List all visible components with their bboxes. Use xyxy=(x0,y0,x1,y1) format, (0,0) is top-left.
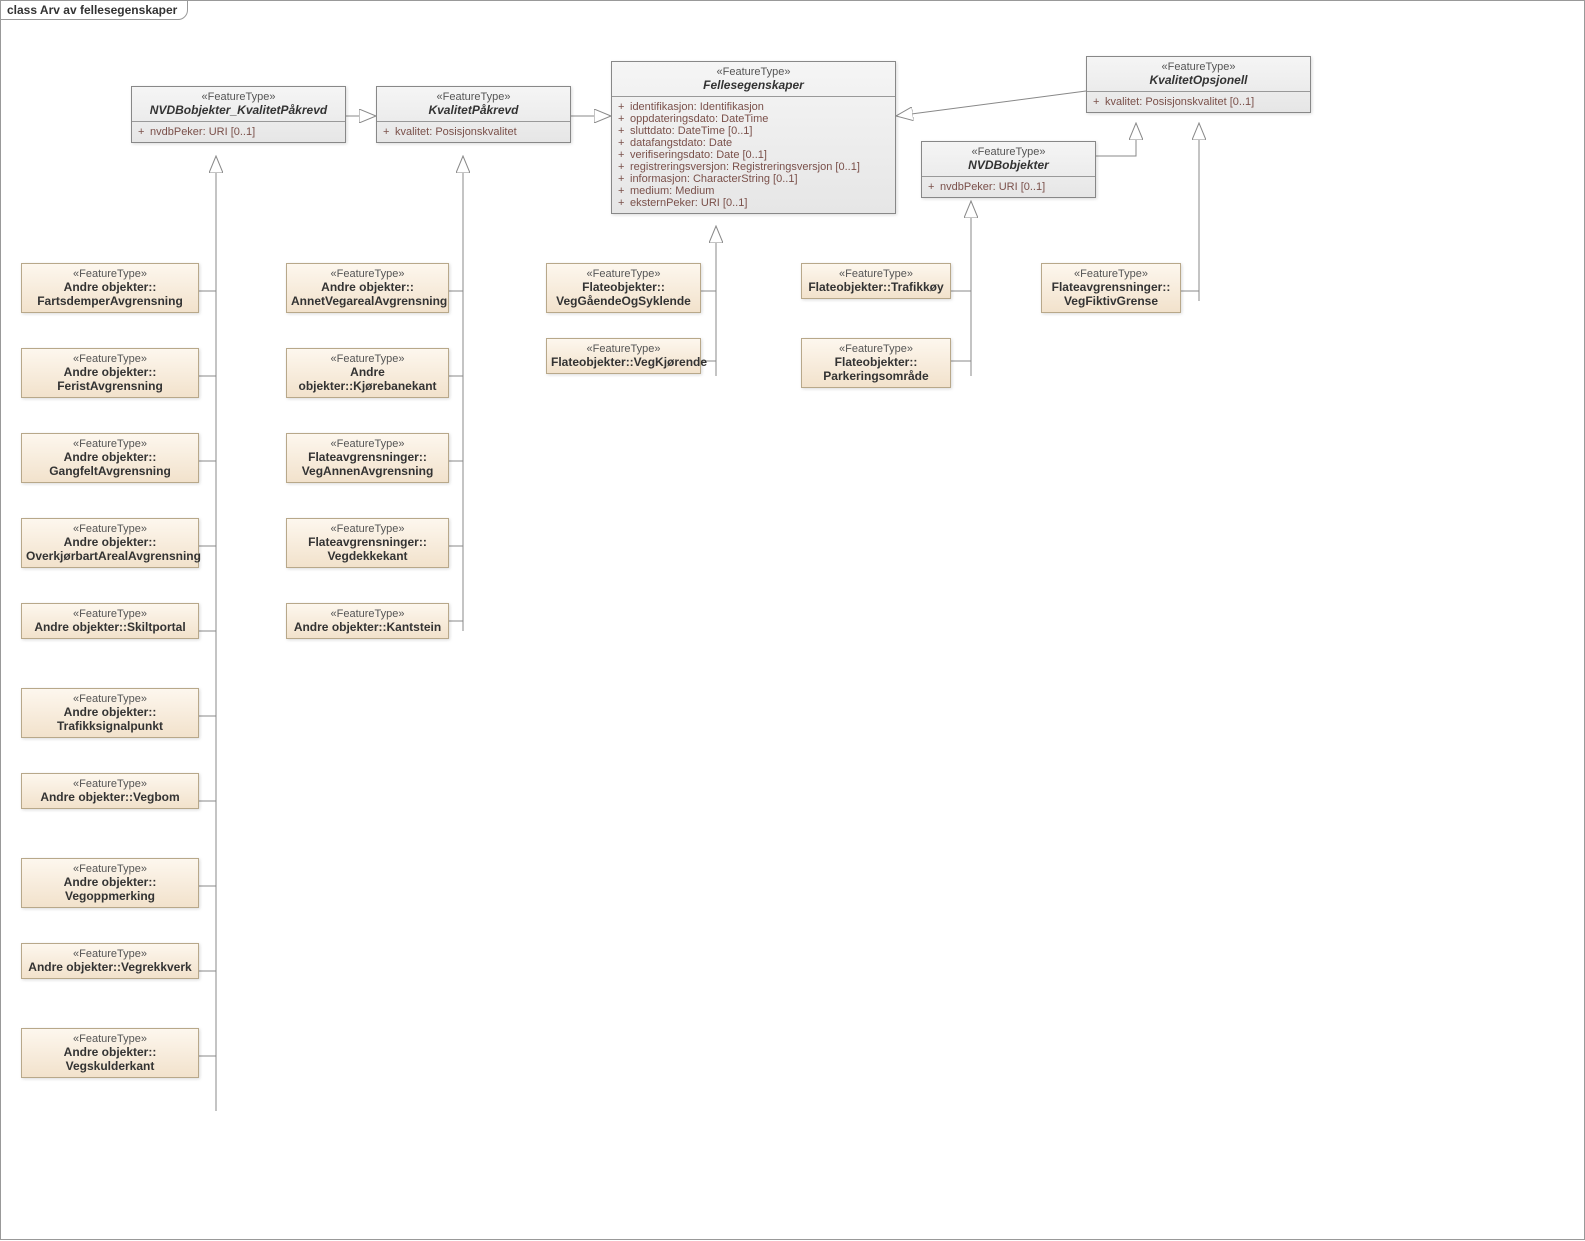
diagram-frame: class Arv av fellesegenskaper xyxy=(0,0,1585,1240)
stereotype: «FeatureType» xyxy=(26,608,194,620)
stereotype: «FeatureType» xyxy=(291,523,444,535)
stereotype: «FeatureType» xyxy=(26,268,194,280)
class-name: Andre objekter::FartsdemperAvgrensning xyxy=(26,280,194,308)
class-fellesegenskaper[interactable]: «FeatureType» Fellesegenskaper +identifi… xyxy=(611,61,896,214)
stereotype: «FeatureType» xyxy=(26,353,194,365)
class-name: Flateobjekter::Trafikkøy xyxy=(806,280,946,294)
stereotype: «FeatureType» xyxy=(1091,61,1306,73)
frame-title: class Arv av fellesegenskaper xyxy=(0,0,188,20)
class-box[interactable]: «FeatureType»Andre objekter::Fartsdemper… xyxy=(21,263,199,313)
class-name: Andre objekter::Kantstein xyxy=(291,620,444,634)
class-box[interactable]: «FeatureType»Andre objekter::AnnetVegare… xyxy=(286,263,449,313)
class-box[interactable]: «FeatureType»Andre objekter::Kjørebaneka… xyxy=(286,348,449,398)
stereotype: «FeatureType» xyxy=(291,268,444,280)
stereotype: «FeatureType» xyxy=(616,66,891,78)
stereotype: «FeatureType» xyxy=(26,778,194,790)
class-box[interactable]: «FeatureType»Andre objekter::Vegbom xyxy=(21,773,199,809)
class-name: Andre objekter::Vegskulderkant xyxy=(26,1045,194,1073)
class-name: Fellesegenskaper xyxy=(616,78,891,92)
attr: +datafangstdato: Date xyxy=(618,137,889,149)
class-box[interactable]: «FeatureType»Andre objekter::FeristAvgre… xyxy=(21,348,199,398)
class-box[interactable]: «FeatureType»Flateobjekter::VegKjørende xyxy=(546,338,701,374)
stereotype: «FeatureType» xyxy=(291,438,444,450)
class-name: Andre objekter::Vegoppmerking xyxy=(26,875,194,903)
attr: +medium: Medium xyxy=(618,185,889,197)
class-name: Andre objekter::OverkjørbartArealAvgrens… xyxy=(26,535,194,563)
attr: nvdbPeker: URI [0..1] xyxy=(940,181,1045,193)
stereotype: «FeatureType» xyxy=(806,268,946,280)
class-name: Flateavgrensninger::Vegdekkekant xyxy=(291,535,444,563)
class-name: Flateavgrensninger::VegAnnenAvgrensning xyxy=(291,450,444,478)
attr: kvalitet: Posisjonskvalitet [0..1] xyxy=(1105,96,1254,108)
class-name: Andre objekter::FeristAvgrensning xyxy=(26,365,194,393)
class-nvdbobjekter-kvalitetpaakrevd[interactable]: «FeatureType» NVDBobjekter_KvalitetPåkre… xyxy=(131,86,346,143)
attr: nvdbPeker: URI [0..1] xyxy=(150,126,255,138)
class-kvalitetpaakrevd[interactable]: «FeatureType» KvalitetPåkrevd +kvalitet:… xyxy=(376,86,571,143)
class-box[interactable]: «FeatureType»Flateobjekter::Trafikkøy xyxy=(801,263,951,299)
stereotype: «FeatureType» xyxy=(26,438,194,450)
class-name: Andre objekter::AnnetVegarealAvgrensning xyxy=(291,280,444,308)
class-box[interactable]: «FeatureType»Andre objekter::Skiltportal xyxy=(21,603,199,639)
class-name: Flateobjekter::Parkeringsområde xyxy=(806,355,946,383)
attr: +verifiseringsdato: Date [0..1] xyxy=(618,149,889,161)
attr: +oppdateringsdato: DateTime xyxy=(618,113,889,125)
class-name: Andre objekter::Trafikksignalpunkt xyxy=(26,705,194,733)
attr: +sluttdato: DateTime [0..1] xyxy=(618,125,889,137)
class-box[interactable]: «FeatureType»Andre objekter::GangfeltAvg… xyxy=(21,433,199,483)
frame-name: Arv av fellesegenskaper xyxy=(40,3,177,17)
attr: +informasjon: CharacterString [0..1] xyxy=(618,173,889,185)
class-box[interactable]: «FeatureType»Flateobjekter::VegGåendeOgS… xyxy=(546,263,701,313)
class-name: KvalitetOpsjonell xyxy=(1091,73,1306,87)
stereotype: «FeatureType» xyxy=(26,523,194,535)
stereotype: «FeatureType» xyxy=(26,693,194,705)
class-name: Flateobjekter::VegGåendeOgSyklende xyxy=(551,280,696,308)
class-box[interactable]: «FeatureType»Flateobjekter::Parkeringsom… xyxy=(801,338,951,388)
stereotype: «FeatureType» xyxy=(291,353,444,365)
class-box[interactable]: «FeatureType»Andre objekter::Overkjørbar… xyxy=(21,518,199,568)
attr: kvalitet: Posisjonskvalitet xyxy=(395,126,517,138)
class-name: Andre objekter::Skiltportal xyxy=(26,620,194,634)
class-box[interactable]: «FeatureType»Andre objekter::Trafikksign… xyxy=(21,688,199,738)
class-kvalitetopsjonell[interactable]: «FeatureType» KvalitetOpsjonell +kvalite… xyxy=(1086,56,1311,113)
class-box[interactable]: «FeatureType»Flateavgrensninger::VegAnne… xyxy=(286,433,449,483)
class-name: Flateobjekter::VegKjørende xyxy=(551,355,696,369)
stereotype: «FeatureType» xyxy=(1046,268,1176,280)
class-box[interactable]: «FeatureType»Andre objekter::Vegskulderk… xyxy=(21,1028,199,1078)
class-name: Andre objekter::Vegbom xyxy=(26,790,194,804)
class-name: NVDBobjekter_KvalitetPåkrevd xyxy=(136,103,341,117)
attr: +eksternPeker: URI [0..1] xyxy=(618,197,889,209)
class-box[interactable]: «FeatureType»Andre objekter::Vegrekkverk xyxy=(21,943,199,979)
stereotype: «FeatureType» xyxy=(551,268,696,280)
stereotype: «FeatureType» xyxy=(136,91,341,103)
class-box[interactable]: «FeatureType»Flateavgrensninger::VegFikt… xyxy=(1041,263,1181,313)
class-box[interactable]: «FeatureType»Andre objekter::Kantstein xyxy=(286,603,449,639)
stereotype: «FeatureType» xyxy=(551,343,696,355)
class-name: NVDBobjekter xyxy=(926,158,1091,172)
class-name: Andre objekter::Vegrekkverk xyxy=(26,960,194,974)
class-name: KvalitetPåkrevd xyxy=(381,103,566,117)
attr: +identifikasjon: Identifikasjon xyxy=(618,101,889,113)
class-name: Andre objekter::Kjørebanekant xyxy=(291,365,444,393)
class-box[interactable]: «FeatureType»Andre objekter::Vegoppmerki… xyxy=(21,858,199,908)
class-box[interactable]: «FeatureType»Flateavgrensninger::Vegdekk… xyxy=(286,518,449,568)
stereotype: «FeatureType» xyxy=(26,1033,194,1045)
stereotype: «FeatureType» xyxy=(26,948,194,960)
stereotype: «FeatureType» xyxy=(26,863,194,875)
class-nvdbobjekter[interactable]: «FeatureType» NVDBobjekter +nvdbPeker: U… xyxy=(921,141,1096,198)
stereotype: «FeatureType» xyxy=(381,91,566,103)
stereotype: «FeatureType» xyxy=(806,343,946,355)
class-name: Andre objekter::GangfeltAvgrensning xyxy=(26,450,194,478)
stereotype: «FeatureType» xyxy=(291,608,444,620)
frame-keyword: class xyxy=(7,3,37,17)
attr: +registreringsversjon: Registreringsvers… xyxy=(618,161,889,173)
stereotype: «FeatureType» xyxy=(926,146,1091,158)
class-name: Flateavgrensninger::VegFiktivGrense xyxy=(1046,280,1176,308)
